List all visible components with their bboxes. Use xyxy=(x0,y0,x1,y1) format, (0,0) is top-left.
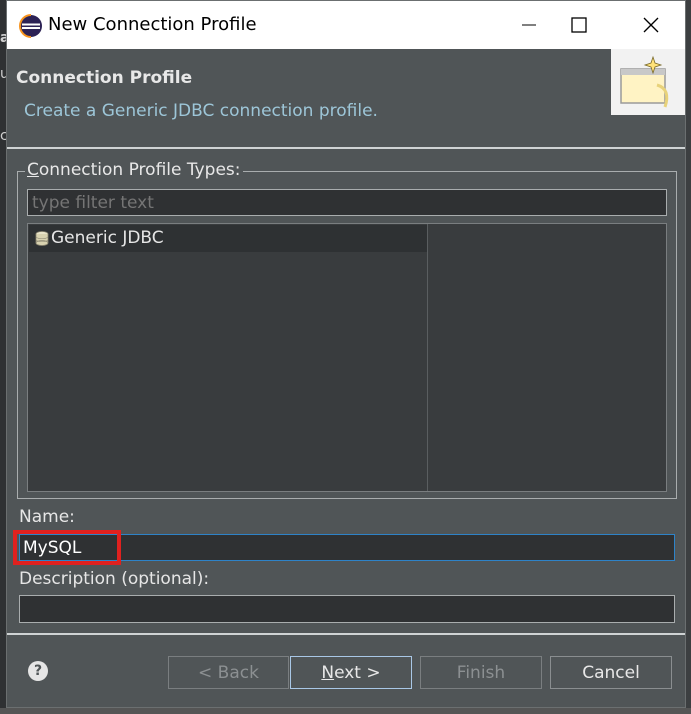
list-item-generic-jdbc[interactable]: Generic JDBC xyxy=(29,225,427,252)
list-item-label: Generic JDBC xyxy=(51,228,164,248)
wizard-banner: Connection Profile Create a Generic JDBC… xyxy=(7,49,685,141)
close-icon xyxy=(643,17,659,33)
profile-types-label: Connection Profile Types: xyxy=(25,160,243,180)
title-bar[interactable]: New Connection Profile xyxy=(7,1,685,49)
minimize-icon xyxy=(522,24,536,26)
eclipse-icon xyxy=(19,14,42,38)
background-edge xyxy=(0,708,691,714)
new-connection-profile-dialog: New Connection Profile Connection Profil… xyxy=(6,0,686,708)
help-icon: ? xyxy=(33,663,43,679)
maximize-button[interactable] xyxy=(551,1,607,49)
page-title: Connection Profile xyxy=(16,68,193,88)
help-button[interactable]: ? xyxy=(28,661,48,681)
next-button[interactable]: Next > xyxy=(290,656,412,689)
name-label: Name: xyxy=(19,507,75,527)
filter-input[interactable] xyxy=(27,189,667,216)
description-label: Description (optional): xyxy=(19,569,210,589)
profile-types-list[interactable]: Generic JDBC xyxy=(27,223,667,492)
finish-button[interactable]: Finish xyxy=(420,656,542,689)
database-icon xyxy=(35,231,49,246)
back-button[interactable]: < Back xyxy=(168,656,289,689)
pane-divider xyxy=(427,224,428,491)
maximize-icon xyxy=(571,17,587,33)
footer-separator xyxy=(7,633,685,635)
description-field[interactable] xyxy=(19,595,675,623)
wizard-banner-image xyxy=(611,49,685,115)
cancel-button[interactable]: Cancel xyxy=(550,656,672,689)
page-description: Create a Generic JDBC connection profile… xyxy=(24,101,378,121)
window-title: New Connection Profile xyxy=(48,14,257,35)
close-button[interactable] xyxy=(623,1,679,49)
highlight-annotation xyxy=(13,530,121,565)
new-window-icon xyxy=(620,55,669,108)
background-edge xyxy=(686,0,691,714)
minimize-button[interactable] xyxy=(501,1,557,49)
header-separator xyxy=(7,147,685,149)
